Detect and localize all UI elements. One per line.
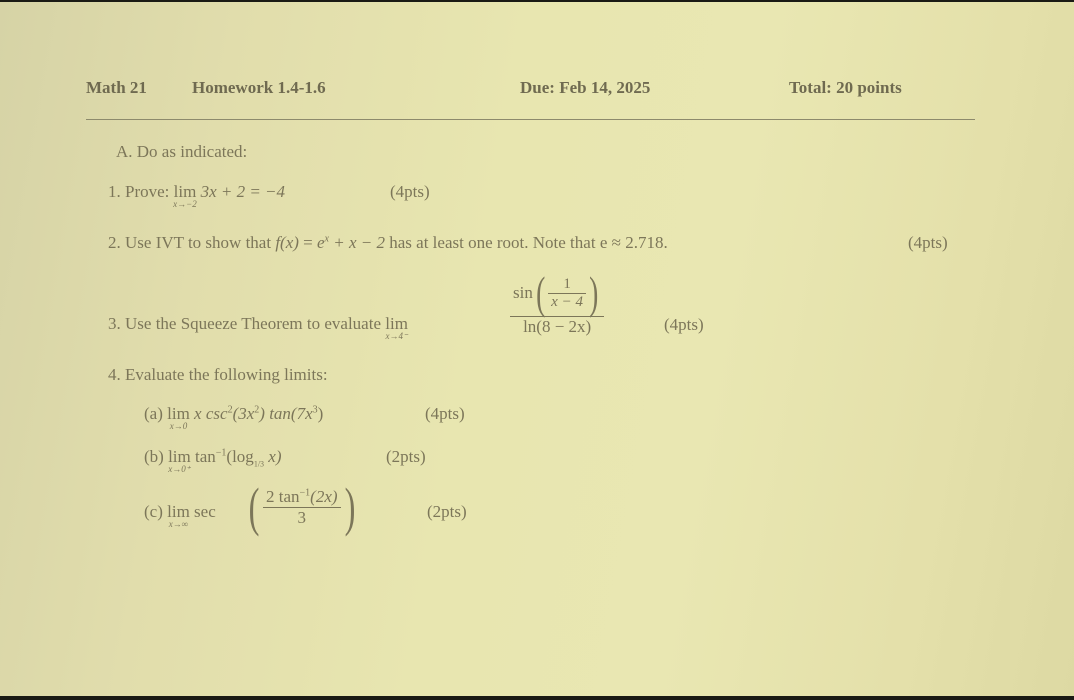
sec-function: sec xyxy=(194,502,216,521)
part-label: (b) xyxy=(144,447,164,466)
problem-4c-limit: lim x→∞ xyxy=(167,502,190,529)
exponent: −1 xyxy=(215,447,227,459)
num-arg: (2x) xyxy=(310,486,338,506)
fraction-numerator: sin ( 1 x − 4 ) xyxy=(510,270,604,316)
exp-base: e xyxy=(317,233,325,252)
right-paren: ) xyxy=(344,477,355,537)
problem-2-number: 2. xyxy=(108,233,121,252)
problem-2-text-after: has at least one root. Note that xyxy=(389,233,596,252)
problem-3-number: 3. xyxy=(108,314,121,333)
exponent: −1 xyxy=(299,486,311,498)
main-fraction: sin ( 1 x − 4 ) ln(8 − 2x) xyxy=(510,270,605,337)
problem-4-text: Evaluate the following limits: xyxy=(125,365,328,384)
expr-segment: ) xyxy=(317,404,324,423)
problem-2-rest: + x − 2 xyxy=(329,233,385,252)
problem-4c-argument: ( 2 tan−1(2x) 3 ) xyxy=(245,477,359,537)
problem-4b-limit: lim x→0⁺ xyxy=(168,447,191,474)
problem-2-e-approx: e ≈ 2.718. xyxy=(599,233,668,252)
part-label: (a) xyxy=(144,404,163,423)
problem-1: 1. Prove: lim x→−2 3x + 2 = −4 xyxy=(108,182,286,209)
part-label: (c) xyxy=(144,502,163,521)
problem-4c-points: (2pts) xyxy=(427,502,467,521)
problem-4: 4. Evaluate the following limits: xyxy=(108,365,328,385)
course-name: Math 21 xyxy=(86,78,147,97)
problem-4c-fraction: 2 tan−1(2x) 3 xyxy=(262,487,341,528)
problem-4a: (a) lim x→0 x csc2(3x2) tan(7x3) xyxy=(144,404,324,431)
problem-2: 2. Use IVT to show that f(x) = ex + x − … xyxy=(108,233,668,253)
lim-subscript: x→4⁻ xyxy=(385,331,408,341)
log-base: 1/3 xyxy=(253,459,265,469)
problem-1-limit: lim x→−2 xyxy=(173,182,197,209)
lim-subscript: x→0⁺ xyxy=(168,464,191,474)
equals-sign: = xyxy=(298,233,317,252)
problem-2-points: (4pts) xyxy=(908,233,948,252)
problem-4c: (c) lim x→∞ sec xyxy=(144,502,216,529)
header-divider xyxy=(86,119,975,120)
fraction-denominator: 3 xyxy=(297,507,307,527)
lim-subscript: x→−2 xyxy=(173,199,197,209)
problem-1-points: (4pts) xyxy=(390,182,430,201)
fraction-numerator: 2 tan−1(2x) xyxy=(263,487,341,507)
section-heading: A. Do as indicated: xyxy=(116,142,248,161)
problem-4b: (b) lim x→0⁺ tan−1(log1/3 x) xyxy=(144,447,282,474)
problem-3-limit: lim x→4⁻ xyxy=(385,314,408,341)
inner-fraction: 1 x − 4 xyxy=(548,276,586,311)
expr-segment: (log xyxy=(226,447,254,466)
homework-sheet: Math 21 Homework 1.4-1.6 Due: Feb 14, 20… xyxy=(0,2,1074,696)
problem-4a-points: (4pts) xyxy=(425,404,465,423)
expr-segment: x) xyxy=(264,447,282,466)
total-points: Total: 20 points xyxy=(789,78,902,97)
inner-numerator: 1 xyxy=(563,275,571,292)
homework-title: Homework 1.4-1.6 xyxy=(192,78,326,97)
problem-3-text: Use the Squeeze Theorem to evaluate xyxy=(125,314,381,333)
right-paren: ) xyxy=(589,267,599,318)
problem-2-fx: f(x) xyxy=(275,233,299,252)
expr-segment: x csc xyxy=(194,404,228,423)
problem-4b-points: (2pts) xyxy=(386,447,426,466)
expr-segment: tan xyxy=(195,447,216,466)
problem-3-fraction: sin ( 1 x − 4 ) ln(8 − 2x) xyxy=(510,270,605,337)
expr-segment: ) tan(7x xyxy=(259,404,313,423)
fraction-denominator: ln(8 − 2x) xyxy=(523,317,592,336)
problem-3: 3. Use the Squeeze Theorem to evaluate l… xyxy=(108,314,408,341)
expr-segment: (3x xyxy=(232,404,255,423)
problem-1-text: Prove: xyxy=(125,182,170,201)
problem-4a-limit: lim x→0 xyxy=(167,404,190,431)
inner-denominator: x − 4 xyxy=(551,293,583,310)
lim-subscript: x→0 xyxy=(169,421,188,431)
problem-1-number: 1. xyxy=(108,182,121,201)
left-paren: ( xyxy=(248,477,260,537)
num-text: 2 tan xyxy=(265,486,300,506)
problem-1-expression: 3x + 2 = −4 xyxy=(200,182,286,201)
due-date: Due: Feb 14, 2025 xyxy=(520,78,651,97)
problem-4-number: 4. xyxy=(108,365,121,384)
problem-3-points: (4pts) xyxy=(664,315,704,334)
left-paren: ( xyxy=(535,267,546,318)
sin-function: sin xyxy=(513,283,533,302)
lim-subscript: x→∞ xyxy=(168,519,189,529)
problem-2-text: Use IVT to show that xyxy=(125,233,272,252)
